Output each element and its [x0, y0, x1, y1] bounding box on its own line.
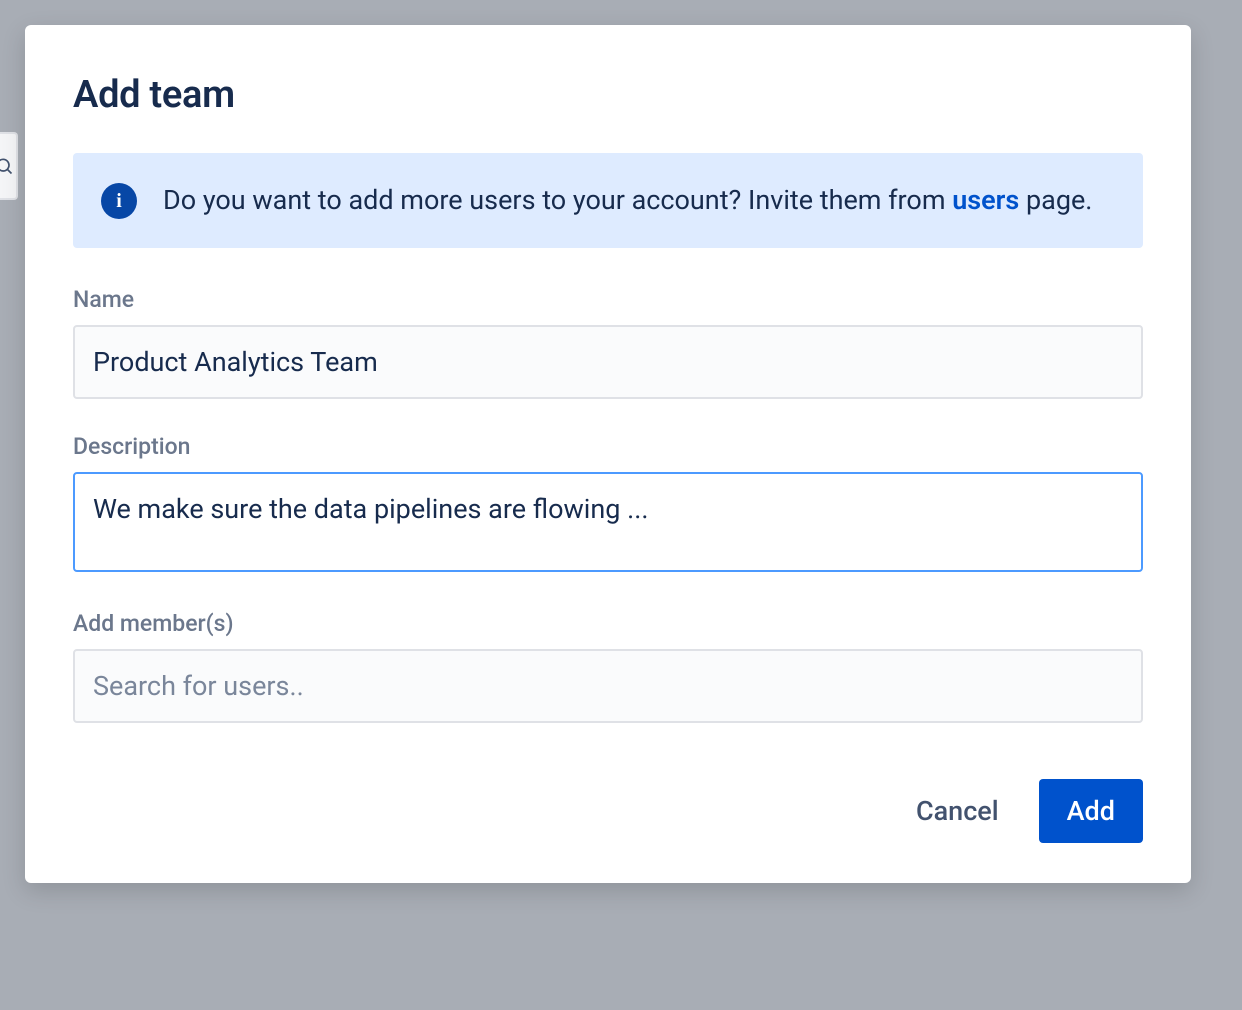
name-label: Name — [73, 286, 1143, 313]
add-team-modal: Add team i Do you want to add more users… — [25, 25, 1191, 883]
name-field-group: Name — [73, 286, 1143, 399]
description-label: Description — [73, 433, 1143, 460]
info-text-before: Do you want to add more users to your ac… — [163, 184, 952, 216]
description-input[interactable]: We make sure the data pipelines are flow… — [73, 472, 1143, 572]
add-button[interactable]: Add — [1039, 779, 1143, 843]
background-search-field — [0, 132, 18, 200]
info-banner-text: Do you want to add more users to your ac… — [163, 181, 1092, 220]
modal-title: Add team — [73, 73, 1143, 117]
description-field-group: Description We make sure the data pipeli… — [73, 433, 1143, 576]
members-field-group: Add member(s) — [73, 610, 1143, 723]
name-input[interactable] — [73, 325, 1143, 399]
cancel-button[interactable]: Cancel — [908, 779, 1007, 843]
members-label: Add member(s) — [73, 610, 1143, 637]
info-banner: i Do you want to add more users to your … — [73, 153, 1143, 248]
modal-button-row: Cancel Add — [73, 779, 1143, 843]
info-text-after: page. — [1019, 184, 1092, 216]
info-icon: i — [101, 183, 137, 219]
users-link[interactable]: users — [952, 184, 1019, 216]
members-search-input[interactable] — [73, 649, 1143, 723]
search-icon — [0, 156, 14, 176]
